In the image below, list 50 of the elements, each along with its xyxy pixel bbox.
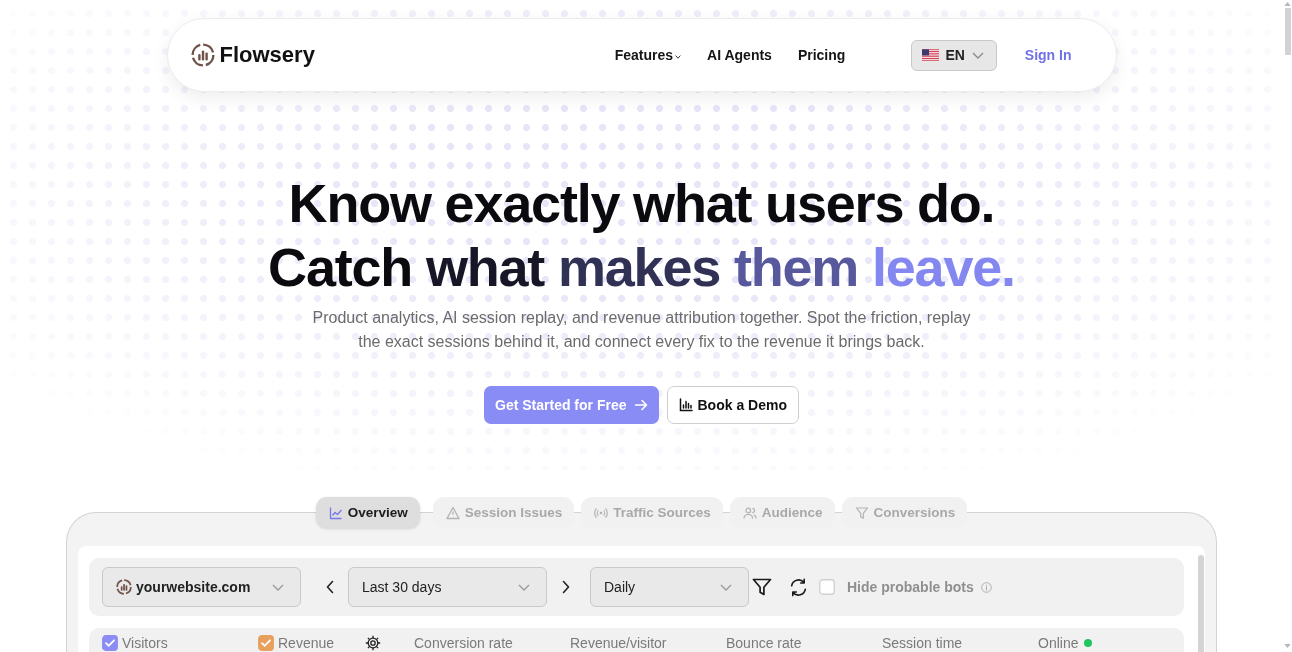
checkbox[interactable] (819, 579, 835, 595)
chevron-down-icon (971, 51, 984, 59)
metric-label[interactable]: Visitors (122, 635, 168, 651)
line-chart-icon (328, 505, 343, 520)
metric-label[interactable]: Online (1038, 635, 1079, 651)
get-started-button[interactable]: Get Started for Free (484, 386, 659, 424)
scroll-down-arrow-icon[interactable] (1284, 644, 1291, 648)
nav-link[interactable]: Features (614, 47, 682, 63)
nav-link[interactable]: Pricing (797, 47, 846, 63)
scrollbar[interactable] (1198, 555, 1204, 652)
chevron-down-icon (518, 583, 530, 591)
metric-label[interactable]: Revenue (278, 635, 335, 651)
metric-label[interactable]: Session time (882, 635, 963, 651)
metric-label[interactable]: Revenue/visitor (570, 635, 667, 651)
book-demo-button[interactable]: Book a Demo (666, 386, 799, 424)
language-selector[interactable]: EN (911, 39, 997, 71)
brand-link[interactable]: Flowsery (190, 42, 315, 68)
arrow-right-icon (633, 398, 648, 412)
bar-chart-icon (678, 398, 693, 412)
metric-label[interactable]: Bounce rate (726, 635, 802, 651)
logo-icon (190, 43, 215, 67)
nav-link[interactable]: AI Agents (707, 47, 772, 63)
filter-icon[interactable] (752, 577, 772, 597)
scroll-up-arrow-icon[interactable] (1284, 2, 1291, 6)
refresh-icon[interactable] (789, 577, 808, 597)
checkbox-label[interactable]: Hide probable bots (847, 579, 974, 595)
sign-in-link[interactable]: Sign In (1024, 47, 1072, 63)
chevron-down-icon (720, 583, 732, 591)
metric-label[interactable]: Conversion rate (414, 635, 513, 651)
headline-line: Catch what makes them leave. (268, 236, 1015, 299)
warning-icon (445, 505, 460, 520)
broadcast-icon (594, 505, 609, 520)
headline-line: Know exactly what users do. (288, 172, 995, 235)
logo-icon (116, 579, 132, 595)
scrollbar-thumb[interactable] (1284, 8, 1291, 55)
settings-icon[interactable] (365, 635, 381, 651)
hero-subtitle: Product analytics, AI session replay, and revenue attribution together. Spot the friction, replay the exact sessions behind it, and connect every fix to the revenue it brings back. (311, 308, 972, 352)
users-icon (742, 505, 757, 520)
dashboard-tab[interactable]: Overview (315, 497, 420, 528)
flag-icon (922, 49, 940, 61)
site-select[interactable]: yourwebsite.com (102, 567, 301, 607)
interval-select[interactable]: Daily (590, 567, 749, 607)
chevron-right-icon (562, 580, 570, 594)
funnel-icon (854, 505, 869, 520)
info-icon (980, 581, 992, 593)
date-range-select[interactable]: Last 30 days (348, 567, 547, 607)
checkbox[interactable] (102, 635, 118, 651)
checkbox[interactable] (258, 635, 274, 651)
chevron-left-icon (326, 580, 334, 594)
chevron-down-icon (272, 583, 284, 591)
